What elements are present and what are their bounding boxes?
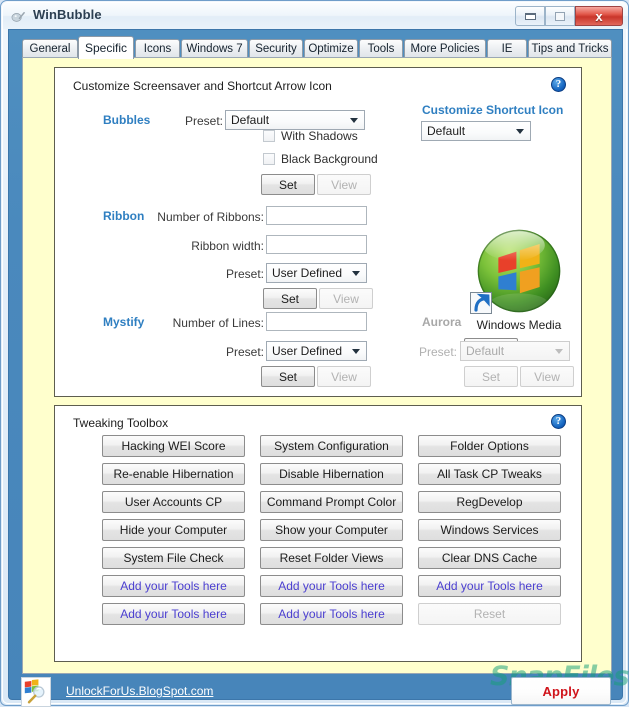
ribbon-preset-value: User Defined (272, 266, 343, 280)
shortcut-preview-caption: Windows Media (476, 318, 562, 332)
tool-button-all-task-cp-tweaks[interactable]: All Task CP Tweaks (418, 463, 561, 485)
black-background-checkbox[interactable] (263, 153, 275, 165)
tool-button-hide-your-computer[interactable]: Hide your Computer (102, 519, 245, 541)
tool-button-hacking-wei-score[interactable]: Hacking WEI Score (102, 435, 245, 457)
maximize-icon (555, 11, 565, 21)
close-button[interactable]: x (575, 6, 623, 26)
mystify-preset-label: Preset: (225, 345, 264, 359)
aurora-preset-value: Default (466, 344, 505, 358)
tab-general[interactable]: General (22, 39, 78, 58)
tool-button-windows-services[interactable]: Windows Services (418, 519, 561, 541)
chevron-down-icon (555, 349, 563, 354)
aurora-set-button: Set (464, 366, 518, 387)
tool-button-clear-dns-cache[interactable]: Clear DNS Cache (418, 547, 561, 569)
tab-optimize[interactable]: Optimize (304, 39, 358, 58)
shortcut-icon-section-label: Customize Shortcut Icon (422, 103, 564, 117)
black-background-checkbox-row[interactable]: Black Background (263, 152, 378, 166)
aurora-preset-combo: Default (460, 341, 570, 361)
window-title: WinBubble (33, 7, 102, 22)
tool-button-system-configuration[interactable]: System Configuration (260, 435, 403, 457)
chevron-down-icon (352, 349, 360, 354)
aurora-view-button: View (520, 366, 574, 387)
tool-button-add-your-tools-here[interactable]: Add your Tools here (102, 575, 245, 597)
screensaver-group: Customize Screensaver and Shortcut Arrow… (54, 67, 582, 397)
tool-button-command-prompt-color[interactable]: Command Prompt Color (260, 491, 403, 513)
status-bar: UnlockForUs.BlogSpot.com Apply (9, 675, 622, 707)
tab-tools[interactable]: Tools (359, 39, 403, 58)
tool-button-reset-folder-views[interactable]: Reset Folder Views (260, 547, 403, 569)
ribbon-number-input[interactable] (266, 206, 367, 225)
bubbles-preset-value: Default (231, 113, 270, 127)
tool-button-regdevelop[interactable]: RegDevelop (418, 491, 561, 513)
tweaking-toolbox-group: Tweaking Toolbox ? Hacking WEI Score Syst… (54, 405, 582, 662)
aurora-preset-label: Preset: (418, 345, 457, 359)
mystify-preset-value: User Defined (272, 344, 343, 358)
apply-button[interactable]: Apply (511, 677, 611, 705)
mystify-preset-combo[interactable]: User Defined (266, 341, 367, 361)
ribbon-width-label: Ribbon width: (191, 239, 264, 253)
toolbox-group-title: Tweaking Toolbox (73, 416, 169, 430)
ribbon-set-button[interactable]: Set (263, 288, 317, 309)
tool-button-disable-hibernation[interactable]: Disable Hibernation (260, 463, 403, 485)
shortcut-icon-preset-combo[interactable]: Default (421, 121, 531, 141)
app-window: WinBubble x General Specific Icons Windows … (0, 0, 629, 707)
winbubble-logo-magnifier-icon (21, 677, 51, 707)
tool-button-add-your-tools-here[interactable]: Add your Tools here (102, 603, 245, 625)
title-bar: WinBubble x (3, 3, 628, 29)
winbubble-app-icon (11, 12, 25, 22)
tool-button-add-your-tools-here[interactable]: Add your Tools here (260, 603, 403, 625)
ribbon-view-button: View (319, 288, 373, 309)
client-area: General Specific Icons Windows 7 Security Opt… (8, 29, 629, 707)
minimize-icon (524, 12, 536, 20)
tool-button-show-your-computer[interactable]: Show your Computer (260, 519, 403, 541)
tab-strip: General Specific Icons Windows 7 Security Opt… (22, 36, 612, 59)
tool-button-user-accounts-cp[interactable]: User Accounts CP (102, 491, 245, 513)
tool-button-reset: Reset (418, 603, 561, 625)
aurora-section-label: Aurora (422, 315, 462, 329)
close-icon: x (595, 8, 603, 24)
mystify-lines-label: Number of Lines: (172, 316, 264, 330)
help-icon-screensaver[interactable]: ? (551, 77, 566, 92)
tool-button-system-file-check[interactable]: System File Check (102, 547, 245, 569)
mystify-lines-input[interactable] (266, 312, 367, 331)
tab-security[interactable]: Security (249, 39, 303, 58)
tab-more-policies[interactable]: More Policies (404, 39, 486, 58)
site-link[interactable]: UnlockForUs.BlogSpot.com (66, 684, 213, 698)
tool-button-folder-options[interactable]: Folder Options (418, 435, 561, 457)
bubbles-section-label: Bubbles (103, 113, 151, 127)
with-shadows-checkbox[interactable] (263, 130, 275, 142)
maximize-button[interactable] (545, 6, 575, 26)
tab-windows-7[interactable]: Windows 7 (181, 39, 248, 58)
tab-ie[interactable]: IE (487, 39, 527, 58)
screensaver-group-title: Customize Screensaver and Shortcut Arrow… (73, 79, 332, 93)
bubbles-view-button: View (317, 174, 371, 195)
mystify-view-button: View (317, 366, 371, 387)
bubbles-set-button[interactable]: Set (261, 174, 315, 195)
mystify-section-label: Mystify (103, 315, 145, 329)
tab-page-specific: Customize Screensaver and Shortcut Arrow… (22, 57, 629, 692)
mystify-set-button[interactable]: Set (261, 366, 315, 387)
shortcut-arrow-icon (470, 292, 492, 314)
ribbon-preset-combo[interactable]: User Defined (266, 263, 367, 283)
chevron-down-icon (350, 118, 358, 123)
tab-tips-and-tricks[interactable]: Tips and Tricks (528, 39, 612, 58)
bubbles-preset-combo[interactable]: Default (225, 110, 365, 130)
ribbon-width-input[interactable] (266, 235, 367, 254)
with-shadows-label: With Shadows (281, 129, 358, 143)
ribbon-preset-label: Preset: (225, 267, 264, 281)
with-shadows-checkbox-row[interactable]: With Shadows (263, 129, 358, 143)
shortcut-icon-preset-value: Default (427, 124, 466, 138)
help-icon-toolbox[interactable]: ? (551, 414, 566, 429)
tool-button-re-enable-hibernation[interactable]: Re-enable Hibernation (102, 463, 245, 485)
ribbon-number-label: Number of Ribbons: (157, 210, 264, 224)
bubbles-preset-label: Preset: (184, 114, 223, 128)
chevron-down-icon (352, 271, 360, 276)
tool-button-add-your-tools-here[interactable]: Add your Tools here (260, 575, 403, 597)
chevron-down-icon (516, 129, 524, 134)
tool-button-add-your-tools-here[interactable]: Add your Tools here (418, 575, 561, 597)
tab-specific[interactable]: Specific (78, 36, 134, 59)
black-background-label: Black Background (281, 152, 378, 166)
tab-icons[interactable]: Icons (135, 39, 180, 58)
minimize-button[interactable] (515, 6, 545, 26)
